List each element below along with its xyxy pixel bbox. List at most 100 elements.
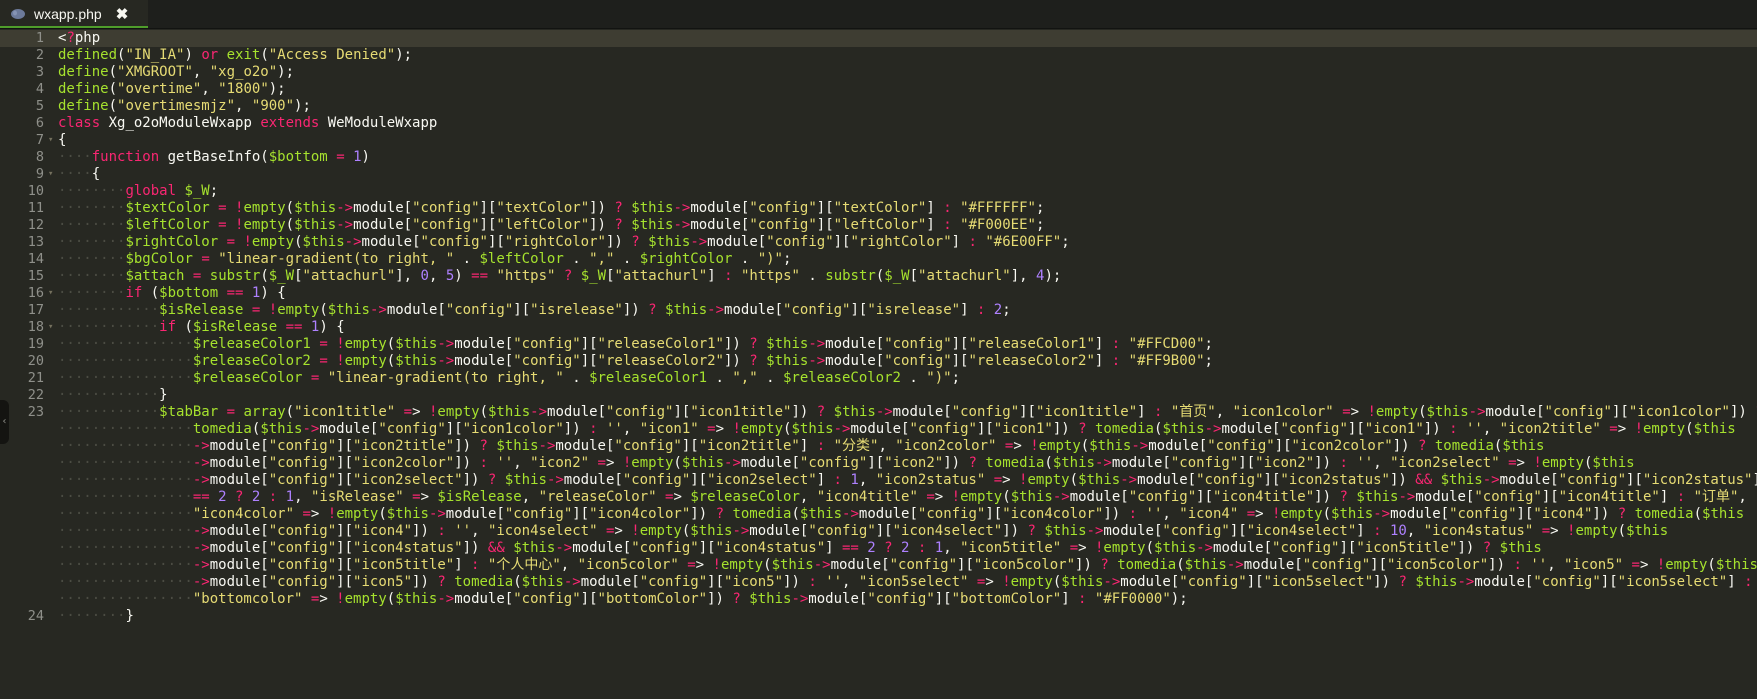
code-line[interactable]: 11 ········$textColor = !empty($this->mod… xyxy=(0,200,1757,217)
code-text: ····function getBaseInfo($bottom = 1) xyxy=(58,149,370,165)
fold-arrow-icon[interactable]: ▾ xyxy=(48,166,53,183)
code-text: ················->module["config"]["icon… xyxy=(58,540,1542,556)
code-line[interactable]: ················->module["config"]["icon… xyxy=(0,540,1757,557)
code-text: ············$tabBar = array("icon1title"… xyxy=(58,404,1757,420)
line-number: 12 xyxy=(27,217,44,233)
line-number: 2 xyxy=(35,47,44,63)
line-number: 1 xyxy=(35,30,44,46)
line-number: 14 xyxy=(27,251,44,267)
line-number: 8 xyxy=(35,149,44,165)
code-line[interactable]: ················"bottomcolor" => !empty(… xyxy=(0,591,1757,608)
line-number: 17 xyxy=(27,302,44,318)
code-text: ········$bgColor = "linear-gradient(to r… xyxy=(58,251,792,267)
code-text: <?php xyxy=(58,30,101,46)
code-text: ····{ xyxy=(58,166,101,182)
code-line[interactable]: 23 ············$tabBar = array("icon1titl… xyxy=(0,404,1757,421)
code-line[interactable]: 17 ············$isRelease = !empty($this-… xyxy=(0,302,1757,319)
code-line[interactable]: 8 ····function getBaseInfo($bottom = 1) xyxy=(0,149,1757,166)
code-line[interactable]: ················->module["config"]["icon… xyxy=(0,455,1757,472)
line-number: 7 xyxy=(35,132,44,148)
code-text: ················->module["config"]["icon… xyxy=(58,472,1757,488)
code-text: define("overtime", "1800"); xyxy=(58,81,286,97)
line-number: 16 xyxy=(27,285,44,301)
code-line[interactable]: 20 ················$releaseColor2 = !empt… xyxy=(0,353,1757,370)
code-line[interactable]: 24 ········} xyxy=(0,608,1757,625)
code-line[interactable]: 7 ▾ { xyxy=(0,132,1757,149)
code-line[interactable]: 13 ········$rightColor = !empty($this->mo… xyxy=(0,234,1757,251)
code-line[interactable]: 12 ········$leftColor = !empty($this->mod… xyxy=(0,217,1757,234)
code-line[interactable]: ················->module["config"]["icon… xyxy=(0,557,1757,574)
code-text: ········$rightColor = !empty($this->modu… xyxy=(58,234,1070,250)
code-line[interactable]: 21 ················$releaseColor = "linea… xyxy=(0,370,1757,387)
line-number: 21 xyxy=(27,370,44,386)
code-text: ················$releaseColor = "linear-… xyxy=(58,370,961,386)
php-elephant-icon xyxy=(11,9,25,19)
code-text: ········$attach = substr($_W["attachurl"… xyxy=(58,268,1062,284)
tab-filename: wxapp.php xyxy=(34,6,102,22)
code-text: ········$leftColor = !empty($this->modul… xyxy=(58,217,1045,233)
close-icon[interactable]: ✖ xyxy=(116,5,129,23)
code-line[interactable]: 19 ················$releaseColor1 = !empt… xyxy=(0,336,1757,353)
code-line[interactable]: ················->module["config"]["icon… xyxy=(0,472,1757,489)
code-text: { xyxy=(58,132,67,148)
code-text: ············} xyxy=(58,387,168,403)
code-line[interactable]: 4 define("overtime", "1800"); xyxy=(0,81,1757,98)
code-text: ········global $_W; xyxy=(58,183,219,199)
code-text: ········$textColor = !empty($this->modul… xyxy=(58,200,1045,216)
code-line[interactable]: 5 define("overtimesmjz", "900"); xyxy=(0,98,1757,115)
code-text: ················$releaseColor1 = !empty(… xyxy=(58,336,1213,352)
line-number: 6 xyxy=(35,115,44,131)
code-text: ················->module["config"]["icon… xyxy=(58,523,1669,539)
code-line[interactable]: 3 define("XMGROOT", "xg_o2o"); xyxy=(0,64,1757,81)
code-line[interactable]: 2 defined("IN_IA") or exit("Access Denied… xyxy=(0,47,1757,64)
code-text: ················"icon4color" => !empty($… xyxy=(58,506,1745,522)
code-line[interactable]: ················->module["config"]["icon… xyxy=(0,438,1757,455)
code-text: ················->module["config"]["icon… xyxy=(58,574,1753,590)
line-number: 11 xyxy=(27,200,44,216)
code-text: ················"bottomcolor" => !empty(… xyxy=(58,591,1188,607)
code-editor[interactable]: 1 <?php 2 defined("IN_IA") or exit("Access … xyxy=(0,30,1757,699)
line-number: 15 xyxy=(27,268,44,284)
line-number: 13 xyxy=(27,234,44,250)
collapse-handle-icon[interactable]: ‹ xyxy=(0,400,9,444)
line-number: 18 xyxy=(27,319,44,335)
code-text: ················->module["config"]["icon… xyxy=(58,455,1635,471)
line-number: 4 xyxy=(35,81,44,97)
code-line[interactable]: 1 <?php xyxy=(0,30,1757,47)
code-line[interactable]: 18 ▾ ············if ($isRelease == 1) { xyxy=(0,319,1757,336)
code-line[interactable]: 14 ········$bgColor = "linear-gradient(to… xyxy=(0,251,1757,268)
code-text: ············if ($isRelease == 1) { xyxy=(58,319,345,335)
code-line[interactable]: ················->module["config"]["icon… xyxy=(0,574,1757,591)
code-text: ············$isRelease = !empty($this->m… xyxy=(58,302,1011,318)
code-line[interactable]: 6 class Xg_o2oModuleWxapp extends WeModul… xyxy=(0,115,1757,132)
code-line[interactable]: 22 ············} xyxy=(0,387,1757,404)
code-line[interactable]: 10 ········global $_W; xyxy=(0,183,1757,200)
code-line[interactable]: ················== 2 ? 2 : 1, "isRelease… xyxy=(0,489,1757,506)
code-text: ················->module["config"]["icon… xyxy=(58,438,1545,454)
line-number: 3 xyxy=(35,64,44,80)
code-line[interactable]: 16 ▾ ········if ($bottom == 1) { xyxy=(0,285,1757,302)
code-text: ········if ($bottom == 1) { xyxy=(58,285,286,301)
code-text: define("overtimesmjz", "900"); xyxy=(58,98,311,114)
line-number: 9 xyxy=(35,166,44,182)
code-text: ········} xyxy=(58,608,134,624)
line-number: 5 xyxy=(35,98,44,114)
code-line[interactable]: ················tomedia($this->module["c… xyxy=(0,421,1757,438)
line-number: 19 xyxy=(27,336,44,352)
code-text: ················$releaseColor2 = !empty(… xyxy=(58,353,1213,369)
line-number: 10 xyxy=(27,183,44,199)
line-number: 20 xyxy=(27,353,44,369)
fold-arrow-icon[interactable]: ▾ xyxy=(48,285,53,302)
line-number: 24 xyxy=(27,608,44,624)
code-line[interactable]: 15 ········$attach = substr($_W["attachur… xyxy=(0,268,1757,285)
tab-wxapp-php[interactable]: wxapp.php ✖ xyxy=(0,0,148,28)
code-text: ················->module["config"]["icon… xyxy=(58,557,1757,573)
code-line[interactable]: ················->module["config"]["icon… xyxy=(0,523,1757,540)
code-line[interactable]: 9 ▾ ····{ xyxy=(0,166,1757,183)
code-text: ················tomedia($this->module["c… xyxy=(58,421,1736,437)
code-line[interactable]: ················"icon4color" => !empty($… xyxy=(0,506,1757,523)
fold-arrow-icon[interactable]: ▾ xyxy=(48,319,53,336)
fold-arrow-icon[interactable]: ▾ xyxy=(48,132,53,149)
code-text: defined("IN_IA") or exit("Access Denied"… xyxy=(58,47,413,63)
code-text: ················== 2 ? 2 : 1, "isRelease… xyxy=(58,489,1747,505)
